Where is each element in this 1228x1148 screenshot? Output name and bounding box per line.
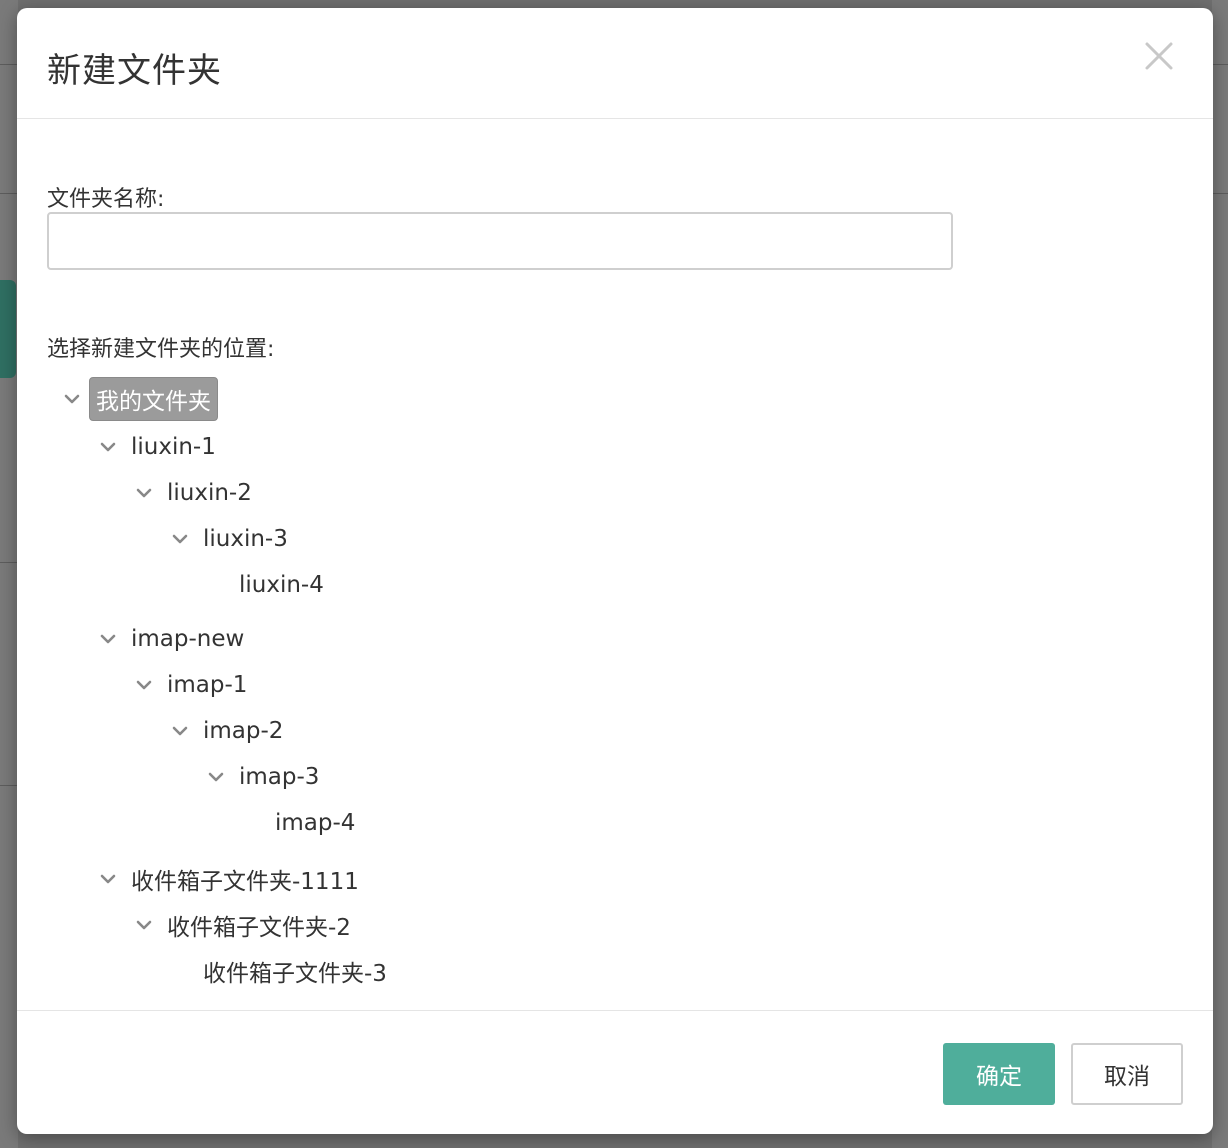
tree-node[interactable]: 收件箱子文件夹-3 (169, 954, 393, 988)
tree-node-label[interactable]: liuxin-2 (161, 478, 258, 508)
tree-node-label[interactable]: liuxin-4 (233, 570, 330, 600)
tree-node-label[interactable]: liuxin-1 (125, 432, 222, 462)
chevron-down-icon[interactable] (133, 674, 155, 696)
chevron-down-icon[interactable] (97, 868, 119, 890)
bg-divider (0, 785, 18, 786)
folder-name-label: 文件夹名称: (47, 187, 165, 212)
chevron-down-icon[interactable] (169, 720, 191, 742)
tree-node-label[interactable]: liuxin-3 (197, 524, 294, 554)
bg-divider (1212, 193, 1228, 194)
tree-node[interactable]: imap-3 (205, 760, 325, 794)
folder-location-label: 选择新建文件夹的位置: (47, 337, 275, 362)
close-button[interactable] (1139, 36, 1179, 76)
tree-node-label[interactable]: 收件箱子文件夹-2 (161, 906, 357, 944)
tree-node-label[interactable]: 收件箱子文件夹-1111 (125, 860, 365, 898)
folder-name-input[interactable] (47, 212, 953, 270)
tree-node[interactable]: liuxin-2 (133, 476, 258, 510)
bg-divider (0, 193, 18, 194)
background-page-left (0, 0, 18, 1148)
dialog-footer: 确定 取消 (17, 1010, 1213, 1134)
tree-node[interactable]: imap-1 (133, 668, 253, 702)
tree-node[interactable]: liuxin-4 (205, 568, 330, 602)
tree-node-label[interactable]: imap-4 (269, 808, 361, 838)
bg-green-block (0, 280, 16, 378)
tree-node[interactable]: imap-4 (241, 806, 361, 840)
close-icon (1145, 42, 1173, 70)
tree-node-label[interactable]: imap-3 (233, 762, 325, 792)
cancel-button[interactable]: 取消 (1071, 1043, 1183, 1105)
chevron-down-icon[interactable] (205, 766, 227, 788)
new-folder-dialog: 新建文件夹 文件夹名称: 选择新建文件夹的位置: 我的文件夹 liuxin-1 li… (17, 8, 1213, 1134)
chevron-down-icon[interactable] (133, 914, 155, 936)
background-page-right (1212, 0, 1228, 1148)
bg-divider (0, 64, 18, 65)
chevron-down-icon[interactable] (133, 482, 155, 504)
tree-node-label[interactable]: imap-new (125, 624, 250, 654)
tree-node[interactable]: imap-new (97, 622, 250, 656)
tree-node[interactable]: 我的文件夹 (61, 377, 218, 421)
bg-divider (0, 562, 18, 563)
tree-node-label[interactable]: imap-1 (161, 670, 253, 700)
tree-node[interactable]: liuxin-3 (169, 522, 294, 556)
tree-node-spacer (241, 812, 263, 834)
dialog-header: 新建文件夹 (17, 8, 1213, 119)
dialog-body: 文件夹名称: 选择新建文件夹的位置: 我的文件夹 liuxin-1 liuxin-2… (17, 119, 1213, 1009)
tree-node-spacer (169, 960, 191, 982)
tree-node[interactable]: liuxin-1 (97, 430, 222, 464)
tree-node[interactable]: imap-2 (169, 714, 289, 748)
tree-node-label[interactable]: imap-2 (197, 716, 289, 746)
chevron-down-icon[interactable] (97, 436, 119, 458)
tree-node[interactable]: 收件箱子文件夹-2 (133, 908, 357, 942)
dialog-title: 新建文件夹 (47, 51, 222, 91)
tree-node[interactable]: 收件箱子文件夹-1111 (97, 862, 365, 896)
chevron-down-icon[interactable] (169, 528, 191, 550)
tree-node-label[interactable]: 收件箱子文件夹-3 (197, 952, 393, 990)
tree-node-label[interactable]: 我的文件夹 (89, 377, 218, 421)
tree-node-spacer (205, 574, 227, 596)
chevron-down-icon[interactable] (61, 388, 83, 410)
chevron-down-icon[interactable] (97, 628, 119, 650)
bg-divider (1212, 64, 1228, 65)
confirm-button[interactable]: 确定 (943, 1043, 1055, 1105)
